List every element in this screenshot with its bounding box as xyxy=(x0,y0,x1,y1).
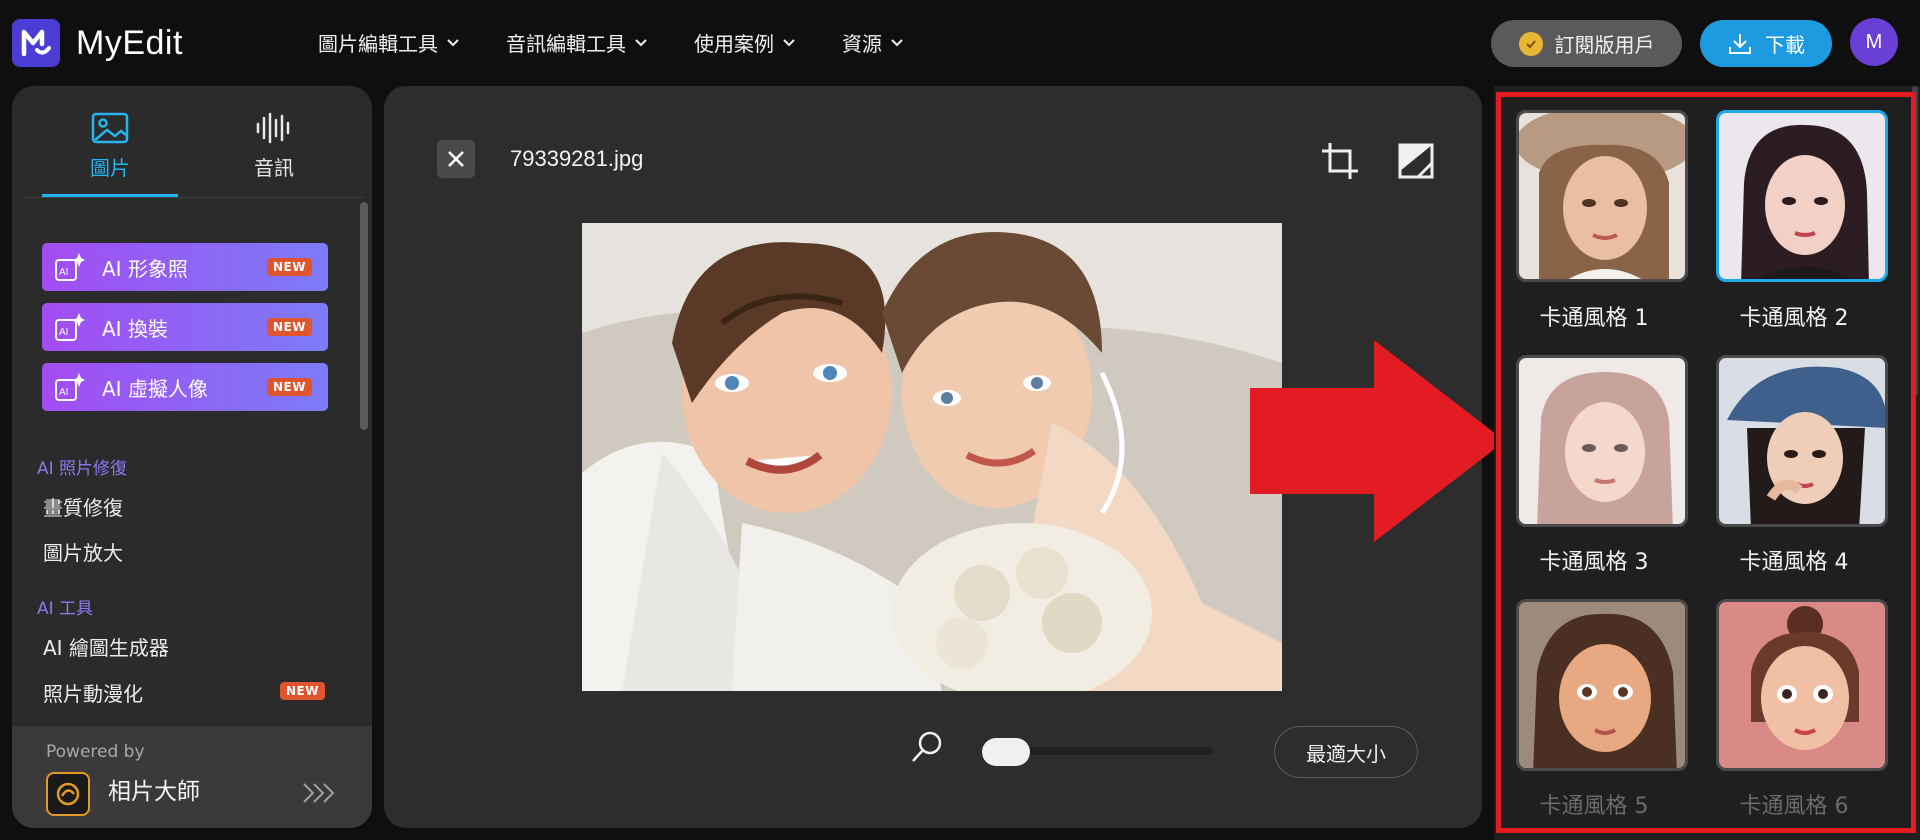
style-card[interactable] xyxy=(1716,355,1888,527)
nav-label: 圖片編輯工具 xyxy=(318,32,438,56)
chevron-down-icon xyxy=(783,38,795,46)
section-heading-photo-repair: AI 照片修復 xyxy=(37,459,128,479)
ai-button-label: AI 虛擬人像 xyxy=(102,376,208,401)
sidebar-scrollbar[interactable] xyxy=(360,202,368,430)
style-label: 卡通風格 5 xyxy=(1539,794,1649,819)
svg-text:AI: AI xyxy=(59,267,68,278)
style-card[interactable] xyxy=(1516,355,1688,527)
new-badge: NEW xyxy=(267,258,312,276)
style-card-selected[interactable] xyxy=(1716,110,1888,282)
app-name: MyEdit xyxy=(76,23,183,62)
ai-button-label: AI 形象照 xyxy=(102,256,188,281)
new-badge: NEW xyxy=(267,378,312,396)
new-badge: NEW xyxy=(280,682,325,700)
style-card[interactable] xyxy=(1716,599,1888,771)
photodirector-logo-icon xyxy=(46,772,90,816)
product-name: 相片大師 xyxy=(108,779,200,805)
section-heading-ai-tools: AI 工具 xyxy=(37,599,94,619)
nav-label: 資源 xyxy=(842,32,882,56)
style-label: 卡通風格 1 xyxy=(1539,306,1649,331)
style-panel: 卡通風格 1 卡通風格 2 卡通風格 3 卡通風格 4 卡通風格 5 卡通風格 … xyxy=(1494,86,1920,840)
nav-use-cases[interactable]: 使用案例 xyxy=(694,28,796,57)
close-icon xyxy=(448,151,464,167)
subscriber-button[interactable]: 訂閱版用戶 xyxy=(1491,20,1682,67)
sidebar-item-ai-art-generator[interactable]: AI 繪圖生成器 xyxy=(43,632,169,661)
waveform-icon xyxy=(256,112,290,144)
red-arrow-icon xyxy=(1250,340,1505,542)
crop-icon[interactable] xyxy=(1320,141,1360,181)
new-badge: NEW xyxy=(267,318,312,336)
top-bar: MyEdit 圖片編輯工具 音訊編輯工具 使用案例 資源 訂閱版用戶 下載 M xyxy=(0,0,1920,86)
style-label: 卡通風格 4 xyxy=(1739,550,1849,575)
download-icon xyxy=(1729,33,1751,54)
style-card[interactable] xyxy=(1516,110,1688,282)
nav-label: 音訊編輯工具 xyxy=(506,32,626,56)
chevron-down-icon xyxy=(891,38,903,46)
style-label: 卡通風格 3 xyxy=(1539,550,1649,575)
zoom-slider-handle[interactable] xyxy=(982,738,1030,766)
tool-sidebar: 圖片 音訊 AI AI 形象照 NEW AI AI 換裝 NEW AI AI 虛… xyxy=(12,86,372,828)
tab-image[interactable]: 圖片 xyxy=(42,112,178,192)
tab-label: 音訊 xyxy=(254,156,294,180)
image-icon xyxy=(91,112,129,144)
sidebar-item-upscale[interactable]: 圖片放大 xyxy=(43,537,123,566)
nav-audio-tools[interactable]: 音訊編輯工具 xyxy=(506,28,648,57)
style-label: 卡通風格 6 xyxy=(1739,794,1849,819)
download-label: 下載 xyxy=(1765,33,1805,57)
ai-avatar-button[interactable]: AI AI 虛擬人像 NEW xyxy=(42,363,328,411)
myedit-logo-icon xyxy=(12,19,60,67)
search-icon[interactable] xyxy=(910,730,944,764)
coin-icon xyxy=(1518,31,1543,56)
ai-sparkle-icon: AI xyxy=(55,313,85,341)
powered-by-banner[interactable]: Powered by 相片大師 xyxy=(12,726,372,828)
edited-photo xyxy=(582,223,1282,691)
avatar[interactable]: M xyxy=(1850,18,1898,66)
ai-sparkle-icon: AI xyxy=(55,373,85,401)
sidebar-item-enhance[interactable]: 畫質修復 xyxy=(43,492,123,521)
ai-button-label: AI 換裝 xyxy=(102,316,168,341)
tab-label: 圖片 xyxy=(90,156,130,180)
compare-icon[interactable] xyxy=(1396,141,1436,181)
tab-audio[interactable]: 音訊 xyxy=(206,112,342,192)
logo[interactable]: MyEdit xyxy=(12,19,183,67)
sidebar-item-photo-to-anime[interactable]: 照片動漫化 xyxy=(43,678,143,707)
file-name: 79339281.jpg xyxy=(510,146,644,171)
main-nav: 圖片編輯工具 音訊編輯工具 使用案例 資源 xyxy=(318,28,950,57)
style-card[interactable] xyxy=(1516,599,1688,771)
ai-headshot-button[interactable]: AI AI 形象照 NEW xyxy=(42,243,328,291)
ai-outfit-button[interactable]: AI AI 換裝 NEW xyxy=(42,303,328,351)
subscriber-label: 訂閱版用戶 xyxy=(1554,33,1655,57)
nav-image-tools[interactable]: 圖片編輯工具 xyxy=(318,28,460,57)
chevron-down-icon xyxy=(447,38,459,46)
chevron-right-icon xyxy=(303,783,335,803)
ai-sparkle-icon: AI xyxy=(55,253,85,281)
svg-text:AI: AI xyxy=(59,327,68,338)
panel-scrollbar[interactable] xyxy=(1912,86,1918,396)
close-button[interactable] xyxy=(437,140,475,178)
fit-size-button[interactable]: 最適大小 xyxy=(1274,726,1418,778)
powered-by-label: Powered by xyxy=(46,742,145,762)
style-label: 卡通風格 2 xyxy=(1739,306,1849,331)
chevron-down-icon xyxy=(635,38,647,46)
svg-text:AI: AI xyxy=(59,387,68,398)
divider xyxy=(24,197,364,198)
nav-resources[interactable]: 資源 xyxy=(842,28,904,57)
download-button[interactable]: 下載 xyxy=(1700,20,1832,67)
nav-label: 使用案例 xyxy=(694,32,774,56)
